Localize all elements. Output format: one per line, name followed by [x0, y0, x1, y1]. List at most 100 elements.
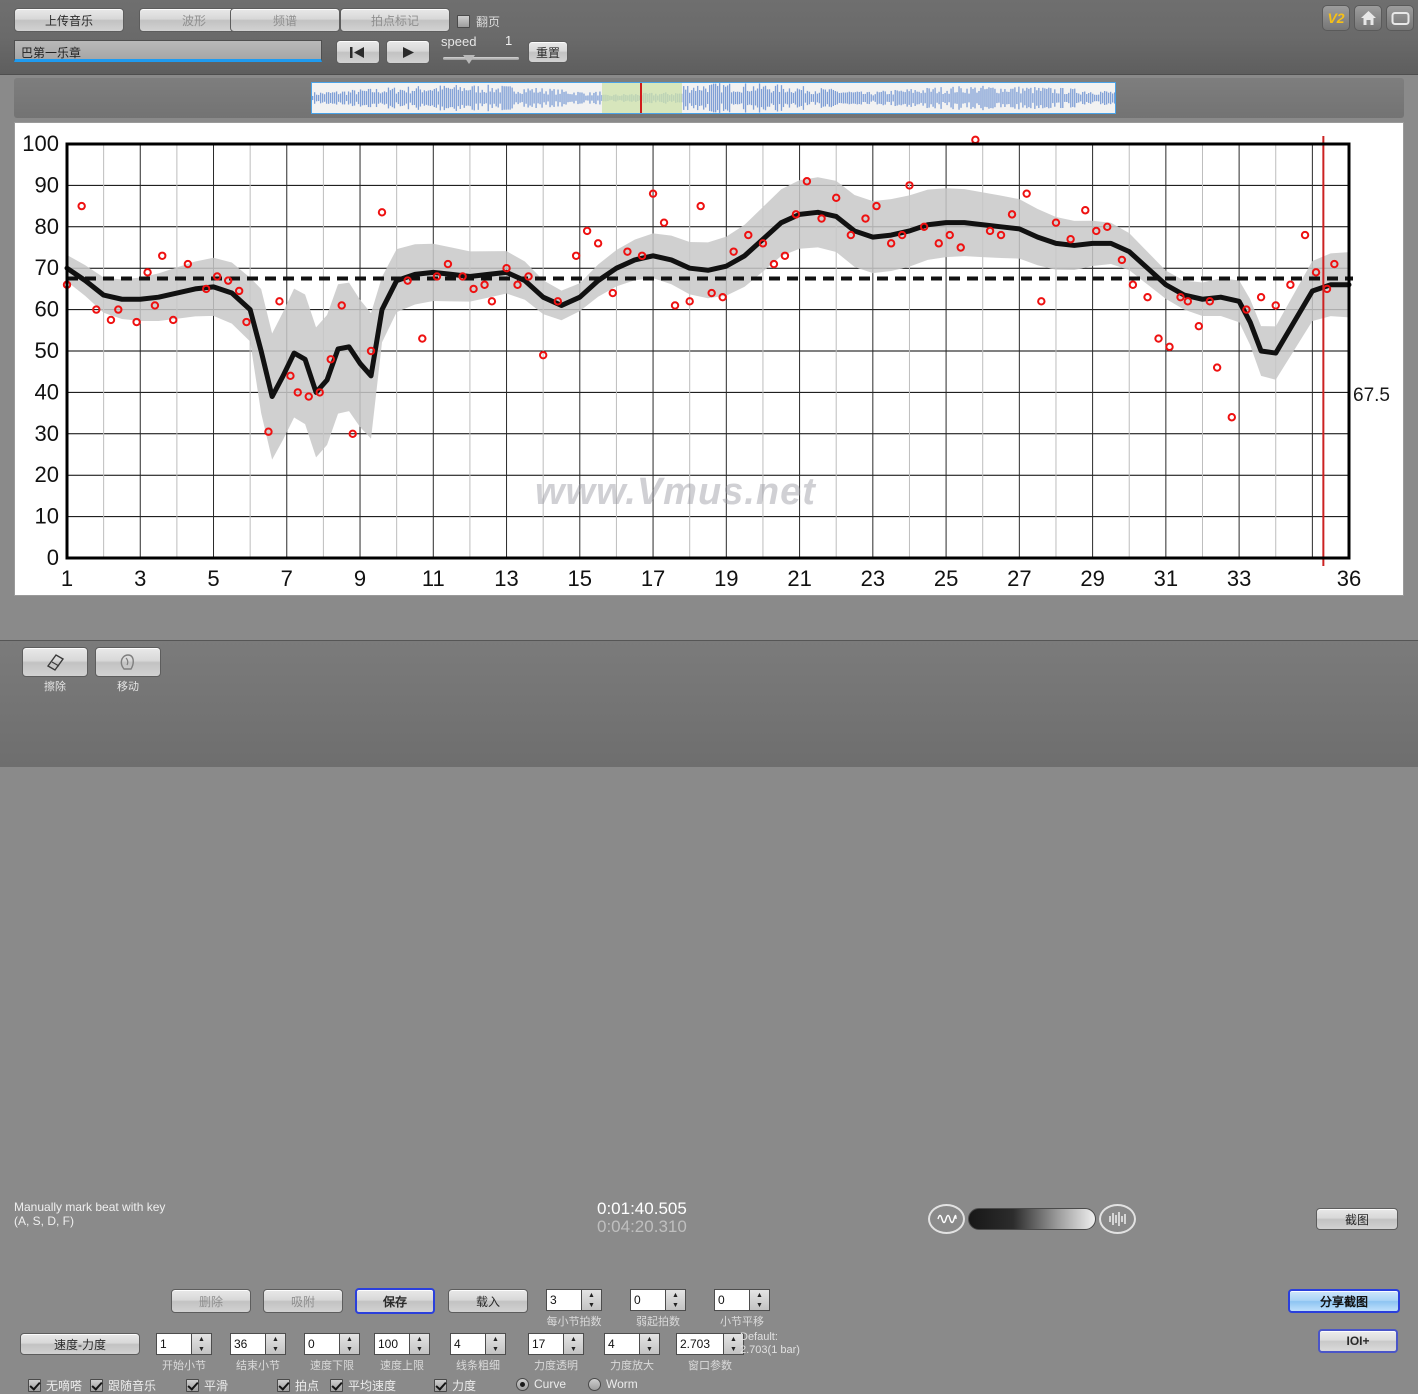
bar-shift-steppers[interactable]: ▲ ▼	[750, 1289, 770, 1311]
tempo-min-steppers[interactable]: ▲ ▼	[340, 1333, 360, 1355]
stepper-down-icon[interactable]: ▼	[582, 1300, 601, 1310]
stepper-up-icon[interactable]: ▲	[582, 1290, 601, 1300]
tempo-min-spinner[interactable]: ▲▼	[304, 1333, 360, 1355]
x-tick-label: 31	[1154, 566, 1178, 591]
pickup-beats-spinner[interactable]: ▲▼	[630, 1289, 686, 1311]
end-bar-spinner[interactable]: ▲▼	[230, 1333, 286, 1355]
velocity-alpha-steppers[interactable]: ▲ ▼	[564, 1333, 584, 1355]
stepper-down-icon[interactable]: ▼	[192, 1344, 211, 1354]
ioi-plus-button[interactable]: IOI+	[1318, 1329, 1398, 1353]
chart-canvas[interactable]: 01020304050607080901001 3 5 7 9 11 13 15 17 19 21 2…	[15, 123, 1403, 595]
worm-radio[interactable]: Worm	[588, 1377, 638, 1391]
line-width-steppers[interactable]: ▲ ▼	[486, 1333, 506, 1355]
velocity-zoom-steppers[interactable]: ▲ ▼	[640, 1333, 660, 1355]
x-tick-label: 19	[714, 566, 738, 591]
stepper-up-icon[interactable]: ▲	[750, 1290, 769, 1300]
stepper-up-icon[interactable]: ▲	[266, 1334, 285, 1344]
hand-icon	[120, 654, 134, 670]
speed-slider-thumb[interactable]	[463, 55, 475, 64]
delete-button[interactable]: 删除	[171, 1289, 251, 1313]
window-param-spinner[interactable]: ▲▼	[676, 1333, 744, 1355]
volume-control[interactable]	[928, 1204, 1136, 1234]
velocity-zoom-spinner[interactable]: ▲▼	[604, 1333, 660, 1355]
reset-button[interactable]: 重置	[528, 41, 568, 63]
tempo-min-input[interactable]	[304, 1333, 340, 1355]
waveform-selection[interactable]	[602, 83, 682, 113]
velocity-zoom-input[interactable]	[604, 1333, 640, 1355]
share-screenshot-button[interactable]: 分享截图	[1288, 1289, 1400, 1313]
velocity-alpha-input[interactable]	[528, 1333, 564, 1355]
erase-tool-button[interactable]	[22, 647, 88, 677]
beats-checkbox[interactable]: 拍点	[277, 1377, 319, 1394]
x-tick-label: 15	[568, 566, 592, 591]
pickup-beats-input[interactable]	[630, 1289, 666, 1311]
tempo-velocity-button[interactable]: 速度-力度	[20, 1333, 140, 1355]
track-title-input[interactable]: 巴第一乐章	[14, 40, 322, 62]
waveform-overview[interactable]	[14, 78, 1404, 118]
page-turn-checkbox[interactable]: 翻页	[457, 13, 500, 30]
beats-per-bar-spinner[interactable]: ▲▼	[546, 1289, 602, 1311]
stepper-up-icon[interactable]: ▲	[340, 1334, 359, 1344]
start-bar-spinner[interactable]: ▲▼	[156, 1333, 212, 1355]
wave-low-icon[interactable]	[928, 1204, 965, 1234]
waveform-viewport[interactable]	[311, 82, 1116, 114]
stepper-up-icon[interactable]: ▲	[410, 1334, 429, 1344]
beats-per-bar-input[interactable]	[546, 1289, 582, 1311]
home-icon[interactable]	[1354, 5, 1382, 31]
curve-radio[interactable]: Curve	[516, 1377, 566, 1391]
no-tick-label: 无嘀嗒	[46, 1379, 83, 1393]
line-width-spinner[interactable]: ▲▼	[450, 1333, 506, 1355]
tempo-velocity-chart[interactable]: 0 10 20 30 40 50 60 70 80 90 100 1 3 5 7 9 11 13 15 17 19 21 2…	[14, 122, 1404, 596]
stepper-up-icon[interactable]: ▲	[564, 1334, 583, 1344]
start-bar-steppers[interactable]: ▲ ▼	[192, 1333, 212, 1355]
stepper-down-icon[interactable]: ▼	[266, 1344, 285, 1354]
v2-badge[interactable]: V2	[1322, 5, 1350, 31]
wave-high-icon[interactable]	[1099, 1204, 1136, 1234]
velocity-checkbox[interactable]: 力度	[434, 1377, 476, 1394]
velocity-alpha-spinner[interactable]: ▲▼	[528, 1333, 584, 1355]
screenshot-button[interactable]: 截图	[1316, 1208, 1398, 1230]
snap-button[interactable]: 吸附	[263, 1289, 343, 1313]
end-bar-steppers[interactable]: ▲ ▼	[266, 1333, 286, 1355]
bar-shift-input[interactable]	[714, 1289, 750, 1311]
stepper-down-icon[interactable]: ▼	[750, 1300, 769, 1310]
stepper-up-icon[interactable]: ▲	[192, 1334, 211, 1344]
end-bar-input[interactable]	[230, 1333, 266, 1355]
fullscreen-icon[interactable]	[1386, 5, 1414, 31]
avg-tempo-checkbox[interactable]: 平均速度	[330, 1377, 396, 1394]
no-tick-checkbox[interactable]: 无嘀嗒	[28, 1377, 82, 1394]
line-width-input[interactable]	[450, 1333, 486, 1355]
stepper-down-icon[interactable]: ▼	[486, 1344, 505, 1354]
spectrum-button[interactable]: 频谱	[230, 8, 340, 32]
beats-per-bar-steppers[interactable]: ▲ ▼	[582, 1289, 602, 1311]
volume-slider[interactable]	[968, 1208, 1096, 1230]
stepper-down-icon[interactable]: ▼	[564, 1344, 583, 1354]
tempo-max-steppers[interactable]: ▲ ▼	[410, 1333, 430, 1355]
tempo-max-spinner[interactable]: ▲▼	[374, 1333, 430, 1355]
play-button[interactable]	[386, 40, 430, 64]
x-tick-label: 7	[281, 566, 293, 591]
stepper-up-icon[interactable]: ▲	[640, 1334, 659, 1344]
stepper-up-icon[interactable]: ▲	[486, 1334, 505, 1344]
stepper-down-icon[interactable]: ▼	[640, 1344, 659, 1354]
waveform-playhead[interactable]	[640, 83, 642, 113]
speed-slider[interactable]	[443, 57, 519, 60]
load-button[interactable]: 载入	[448, 1289, 528, 1313]
window-param-input[interactable]	[676, 1333, 724, 1355]
skip-back-button[interactable]	[336, 40, 380, 64]
follow-music-checkbox[interactable]: 跟随音乐	[90, 1377, 156, 1394]
x-tick-label: 3	[134, 566, 146, 591]
start-bar-input[interactable]	[156, 1333, 192, 1355]
beat-mark-button[interactable]: 拍点标记	[340, 8, 450, 32]
upload-music-button[interactable]: 上传音乐	[14, 8, 124, 32]
smooth-checkbox[interactable]: 平滑	[186, 1377, 228, 1394]
pickup-beats-steppers[interactable]: ▲ ▼	[666, 1289, 686, 1311]
stepper-down-icon[interactable]: ▼	[340, 1344, 359, 1354]
save-button[interactable]: 保存	[355, 1288, 435, 1314]
move-tool-button[interactable]	[95, 647, 161, 677]
stepper-down-icon[interactable]: ▼	[666, 1300, 685, 1310]
stepper-down-icon[interactable]: ▼	[410, 1344, 429, 1354]
tempo-max-input[interactable]	[374, 1333, 410, 1355]
stepper-up-icon[interactable]: ▲	[666, 1290, 685, 1300]
bar-shift-spinner[interactable]: ▲▼	[714, 1289, 770, 1311]
